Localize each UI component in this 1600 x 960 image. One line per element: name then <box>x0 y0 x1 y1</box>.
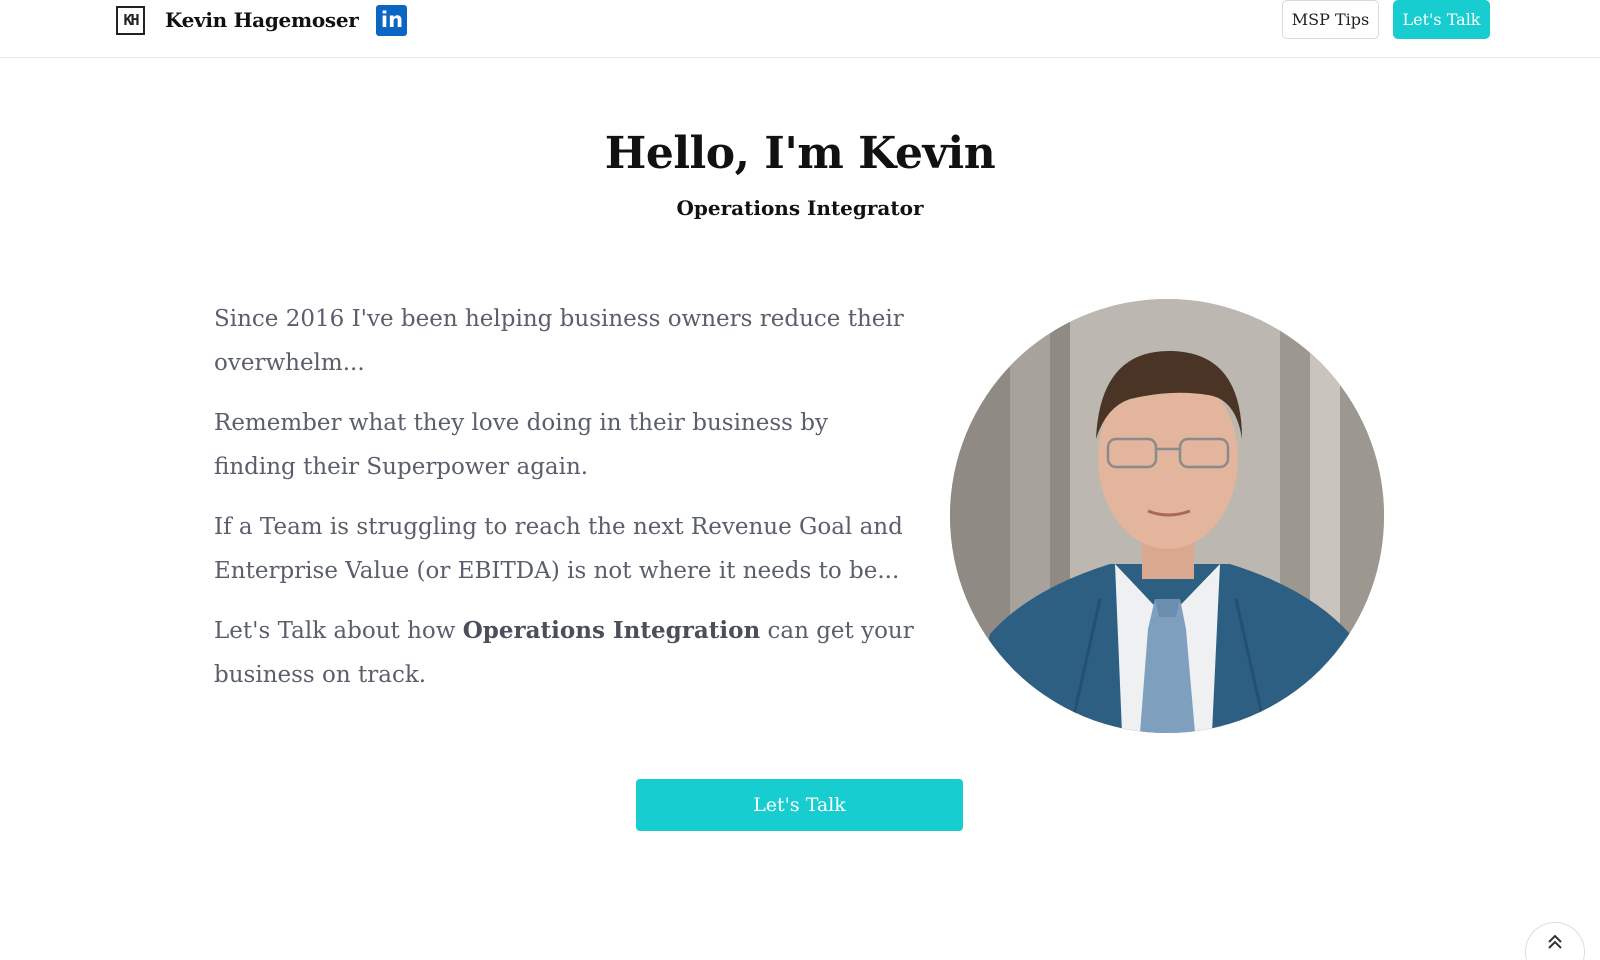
about-paragraph-1: Since 2016 I've been helping business ow… <box>214 306 904 376</box>
lets-talk-cta-button[interactable]: Let's Talk <box>636 779 963 831</box>
about-paragraph-3: If a Team is struggling to reach the nex… <box>214 514 903 584</box>
site-header: KH Kevin Hagemoser in MSP Tips Let's Tal… <box>0 0 1600 58</box>
scroll-to-top-button[interactable] <box>1525 922 1585 960</box>
operations-integration-emphasis: Operations Integration <box>462 617 761 644</box>
kh-logo-icon[interactable]: KH <box>116 5 145 35</box>
about-paragraph-4: Let's Talk about how Operations Integrat… <box>214 609 914 697</box>
lets-talk-nav-button[interactable]: Let's Talk <box>1393 0 1490 39</box>
double-chevron-up-icon <box>1548 934 1562 949</box>
linkedin-icon[interactable]: in <box>376 4 408 36</box>
page-subtitle: Operations Integrator <box>676 196 924 220</box>
about-paragraph-2: Remember what they love doing in their b… <box>214 410 828 480</box>
brand-name[interactable]: Kevin Hagemoser <box>165 8 359 32</box>
brand: KH Kevin Hagemoser in <box>116 4 408 36</box>
about-paragraph-4-lead: Let's Talk about how <box>214 618 463 644</box>
profile-photo-illustration <box>950 299 1384 733</box>
msp-tips-button[interactable]: MSP Tips <box>1282 0 1379 39</box>
page-title: Hello, I'm Kevin <box>604 128 996 179</box>
about-text: Since 2016 I've been helping business ow… <box>214 297 914 713</box>
top-nav: MSP Tips Let's Talk <box>1282 0 1490 39</box>
profile-photo <box>950 299 1384 733</box>
